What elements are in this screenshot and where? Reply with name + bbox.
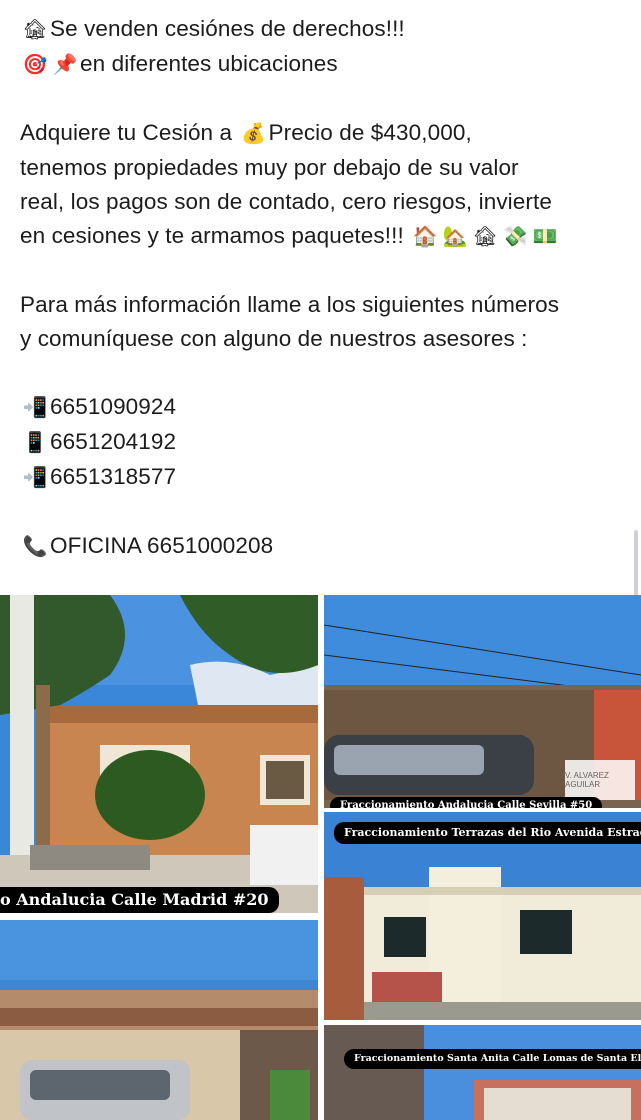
house-icon: 🏚 xyxy=(22,19,48,41)
subheadline: 🎯 📌 en diferentes ubicaciones xyxy=(20,47,625,82)
pushpin-icon: 📌 xyxy=(52,54,78,76)
house-photo-illustration xyxy=(0,595,318,913)
property-photo-4[interactable] xyxy=(0,920,318,1120)
scrollbar[interactable] xyxy=(634,530,638,602)
headline: 🏚 Se venden cesiónes de derechos!!! xyxy=(20,12,625,47)
property-photo-andalucia-sevilla[interactable]: V. ALVAREZ AGUILAR Fraccionamiento Andal… xyxy=(324,595,641,808)
property-photo-andalucia-madrid[interactable]: o Andalucia Calle Madrid #20 xyxy=(0,595,318,913)
post-body: 🏚 Se venden cesiónes de derechos!!! 🎯 📌 en … xyxy=(20,12,625,564)
phone-link[interactable]: 📲 6651090924 xyxy=(20,390,625,425)
mobile-phone-arrow-icon: 📲 xyxy=(22,397,48,419)
mobile-phone-icon: 📱 xyxy=(22,432,48,454)
house-with-van-illustration xyxy=(0,920,318,1120)
photo-caption: Fraccionamiento Andalucia Calle Sevilla … xyxy=(330,797,603,808)
price-line: Adquiere tu Cesión a 💰 Precio de $430,000… xyxy=(20,116,625,151)
info-line: Para más información llame a los siguien… xyxy=(20,292,560,317)
dollar-banknote-icon: 💵 xyxy=(532,226,558,248)
property-photo-terrazas-del-rio[interactable]: Fraccionamiento Terrazas del Rio Avenida… xyxy=(324,812,641,1020)
derelict-house-icon: 🏚 xyxy=(472,226,498,248)
phone-link[interactable]: 📱 6651204192 xyxy=(20,425,625,460)
phone-link[interactable]: 📲 6651318577 xyxy=(20,460,625,495)
watermark-logo: V. ALVAREZ AGUILAR xyxy=(565,760,635,800)
money-wings-icon: 💸 xyxy=(502,226,528,248)
info-line: y comuníquese con alguno de nuestros ase… xyxy=(20,326,528,351)
photo-caption: Fraccionamiento Terrazas del Rio Avenida… xyxy=(334,822,641,844)
photo-caption: Fraccionamiento Santa Anita Calle Lomas … xyxy=(344,1049,641,1069)
desc-line: tenemos propiedades muy por debajo de su… xyxy=(20,155,519,180)
desc-line: en cesiones y te armamos paquetes!!! 🏠 🏡 🏚… xyxy=(20,219,625,254)
property-photo-santa-anita[interactable]: Fraccionamiento Santa Anita Calle Lomas … xyxy=(324,1025,641,1120)
house-icon: 🏠 xyxy=(412,226,438,248)
money-bag-icon: 💰 xyxy=(240,123,266,145)
house-garden-icon: 🏡 xyxy=(442,226,468,248)
telephone-icon: 📞 xyxy=(22,536,48,558)
target-icon: 🎯 xyxy=(22,54,48,76)
desc-line: real, los pagos son de contado, cero rie… xyxy=(20,189,552,214)
street-photo-illustration xyxy=(324,1025,641,1120)
office-phone-link[interactable]: 📞 OFICINA 6651000208 xyxy=(20,529,625,564)
mobile-phone-arrow-icon: 📲 xyxy=(22,467,48,489)
photo-caption: o Andalucia Calle Madrid #20 xyxy=(0,887,279,913)
